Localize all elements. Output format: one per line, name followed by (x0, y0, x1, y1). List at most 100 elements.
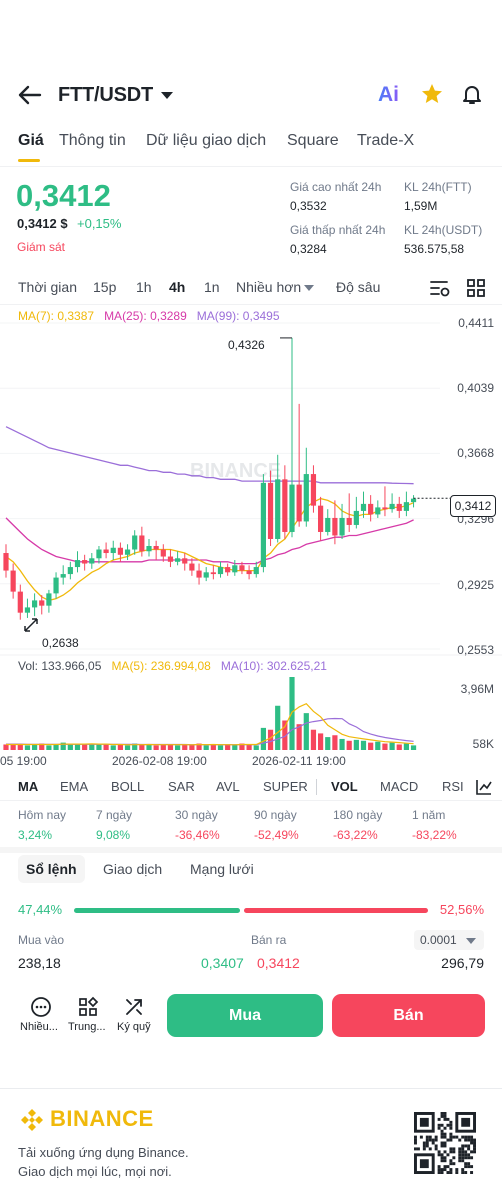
indicator-divider (316, 779, 317, 795)
pair-title[interactable]: FTT/USDT (58, 84, 153, 107)
buy-button[interactable]: Mua (167, 994, 323, 1037)
qr-module (461, 1159, 465, 1163)
tab-price[interactable]: Giá (18, 132, 44, 150)
tab-trading-data[interactable]: Dữ liệu giao dịch (146, 132, 266, 150)
ai-icon[interactable]: Ai (378, 83, 399, 107)
qr-module (437, 1171, 441, 1174)
ma25-line (5, 517, 414, 565)
sell-ratio: 52,56% (439, 902, 484, 917)
ask-quantity: 296,79 (441, 955, 484, 971)
monitor-link[interactable]: Giám sát (17, 240, 65, 254)
indicator-avl[interactable]: AVL (216, 779, 240, 794)
qr-module (446, 1123, 450, 1127)
trading-icon[interactable] (77, 996, 99, 1018)
star-icon[interactable] (420, 82, 444, 106)
tab-orderbook[interactable]: Sổ lệnh (18, 855, 85, 883)
qr-module (464, 1162, 468, 1166)
qr-module (446, 1138, 450, 1142)
more-label[interactable]: Nhiều... (20, 1021, 58, 1033)
interval-4h[interactable]: 4h (169, 279, 185, 295)
qr-module (464, 1135, 468, 1139)
volume-bar (303, 713, 309, 750)
indicator-ma[interactable]: MA (18, 779, 38, 794)
tab-square[interactable]: Square (287, 132, 339, 150)
tab-network[interactable]: Mạng lưới (190, 855, 254, 883)
footer-line-1: Tải xuống ứng dụng Binance. (18, 1145, 189, 1160)
bell-icon[interactable] (460, 82, 484, 106)
candle-body (203, 572, 209, 578)
indicator-ema[interactable]: EMA (60, 779, 88, 794)
margin-icon[interactable] (123, 996, 145, 1018)
stat-vol-ftt-value: 1,59M (404, 199, 438, 213)
indicator-macd[interactable]: MACD (380, 779, 418, 794)
step-caret-icon (466, 938, 476, 944)
qr-module (467, 1153, 471, 1157)
section-gap (0, 847, 502, 853)
qr-module (449, 1171, 453, 1174)
volume-bar (82, 744, 88, 750)
qr-module (443, 1117, 447, 1121)
qr-module (440, 1112, 444, 1115)
qr-module (414, 1141, 417, 1145)
indicator-vol[interactable]: VOL (331, 779, 358, 794)
interval-1d[interactable]: 1n (204, 279, 220, 295)
margin-label[interactable]: Ký quỹ (117, 1021, 151, 1033)
qr-module (443, 1112, 447, 1115)
qr-module (473, 1147, 476, 1151)
trading-label[interactable]: Trung... (68, 1021, 106, 1033)
qr-module (458, 1138, 462, 1142)
interval-15m[interactable]: 15p (93, 279, 116, 295)
qr-module (449, 1132, 453, 1136)
qr-module (470, 1150, 474, 1154)
price-chart[interactable]: BINANCE (0, 305, 502, 775)
indicator-chart-icon[interactable] (474, 777, 494, 797)
candle-body (132, 535, 138, 550)
candle-body (89, 558, 95, 564)
candle-body (260, 482, 266, 568)
perf-7d: 7 ngày 9,08% (96, 808, 133, 842)
price-step-select[interactable]: 0.0001 (414, 930, 484, 950)
qr-module (443, 1156, 447, 1160)
ask-price: 0,3412 (257, 955, 300, 971)
qr-module (422, 1141, 426, 1145)
volume-bar (310, 729, 317, 750)
candle-body (117, 547, 123, 555)
qr-module (431, 1138, 435, 1142)
depth-tab[interactable]: Độ sâu (336, 279, 380, 295)
tab-info[interactable]: Thông tin (59, 132, 126, 150)
sell-button[interactable]: Bán (332, 994, 485, 1037)
qr-module (443, 1165, 447, 1169)
more-icon[interactable] (30, 996, 52, 1018)
candle-body (296, 484, 302, 522)
indicator-sar[interactable]: SAR (168, 779, 195, 794)
active-tab-underline (18, 159, 40, 162)
qr-module (449, 1162, 453, 1166)
qr-module (452, 1162, 456, 1166)
interval-time[interactable]: Thời gian (18, 279, 77, 295)
indicator-super[interactable]: SUPER (263, 779, 308, 794)
qr-module (425, 1135, 429, 1139)
volume-bar (346, 740, 352, 750)
candle-body (53, 577, 59, 594)
qr-module (414, 1138, 417, 1142)
divider (0, 166, 502, 167)
back-arrow-icon[interactable] (16, 82, 44, 108)
candle-body (110, 547, 116, 554)
tab-trade-x[interactable]: Trade-X (357, 132, 414, 150)
indicator-rsi[interactable]: RSI (442, 779, 464, 794)
expand-icon[interactable] (22, 616, 40, 634)
tab-trades[interactable]: Giao dịch (103, 855, 162, 883)
pair-dropdown-icon[interactable] (161, 92, 173, 99)
layout-grid-icon[interactable] (466, 278, 486, 298)
interval-more[interactable]: Nhiều hơn (236, 279, 301, 295)
candle-body (32, 600, 38, 608)
divider (0, 800, 502, 801)
volume-ma10: MA(10): 302.625,21 (220, 659, 327, 673)
interval-1h[interactable]: 1h (136, 279, 152, 295)
qr-module (443, 1168, 447, 1172)
divider (0, 1088, 502, 1089)
chart-settings-icon[interactable] (429, 278, 451, 298)
candle-body (46, 593, 52, 606)
indicator-boll[interactable]: BOLL (111, 779, 144, 794)
qr-module (464, 1138, 468, 1142)
